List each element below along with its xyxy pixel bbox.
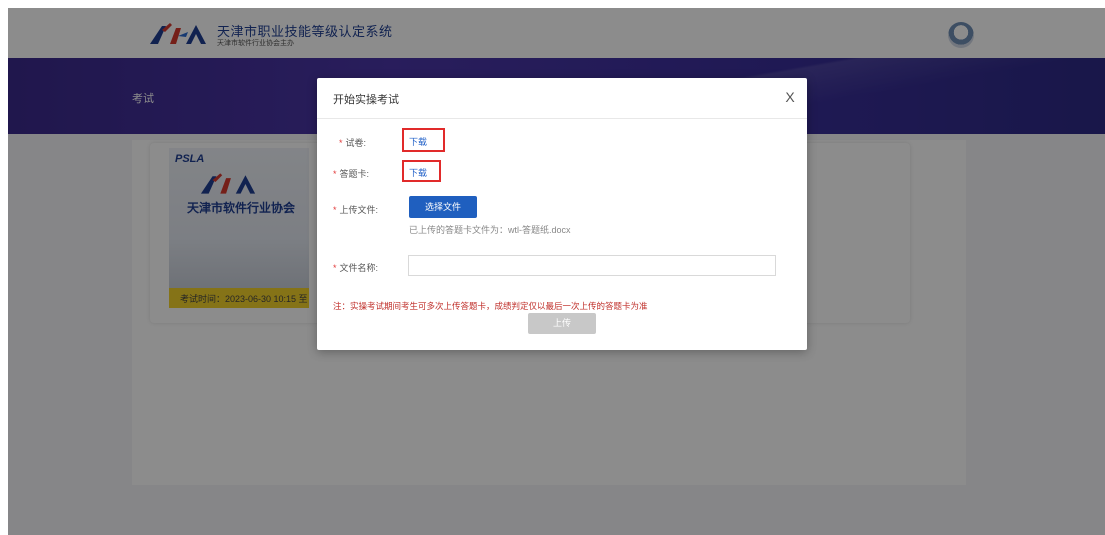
- answer-card-label: * 答题卡:: [333, 167, 369, 180]
- required-mark: *: [339, 138, 343, 148]
- paper-label: * 试卷:: [339, 136, 366, 149]
- upload-button[interactable]: 上传: [528, 313, 596, 334]
- choose-file-button[interactable]: 选择文件: [409, 196, 477, 218]
- uploaded-file-info: 已上传的答题卡文件为：wtl-答题纸.docx: [409, 225, 571, 235]
- answer-card-label-text: 答题卡:: [339, 169, 370, 179]
- paper-download-link[interactable]: 下载: [409, 135, 427, 148]
- file-name-label-text: 文件名称:: [339, 263, 379, 273]
- file-name-label: * 文件名称:: [333, 261, 378, 274]
- modal-header: 开始实操考试 X: [317, 78, 807, 119]
- start-exam-modal: 开始实操考试 X * 试卷: 下载 * 答题卡: 下载 * 上传文件: 选择文件 已上…: [317, 78, 807, 350]
- answer-card-download-link[interactable]: 下载: [409, 166, 427, 179]
- required-mark: *: [333, 169, 337, 179]
- file-name-input[interactable]: [408, 255, 776, 276]
- close-icon[interactable]: X: [782, 89, 798, 105]
- required-mark: *: [333, 205, 337, 215]
- upload-file-label-text: 上传文件:: [339, 205, 379, 215]
- modal-title: 开始实操考试: [333, 94, 399, 106]
- upload-note: 注：实操考试期间考生可多次上传答题卡，成绩判定仅以最后一次上传的答题卡为准: [333, 301, 648, 311]
- paper-label-text: 试卷:: [345, 138, 367, 148]
- required-mark: *: [333, 263, 337, 273]
- upload-file-label: * 上传文件:: [333, 203, 378, 216]
